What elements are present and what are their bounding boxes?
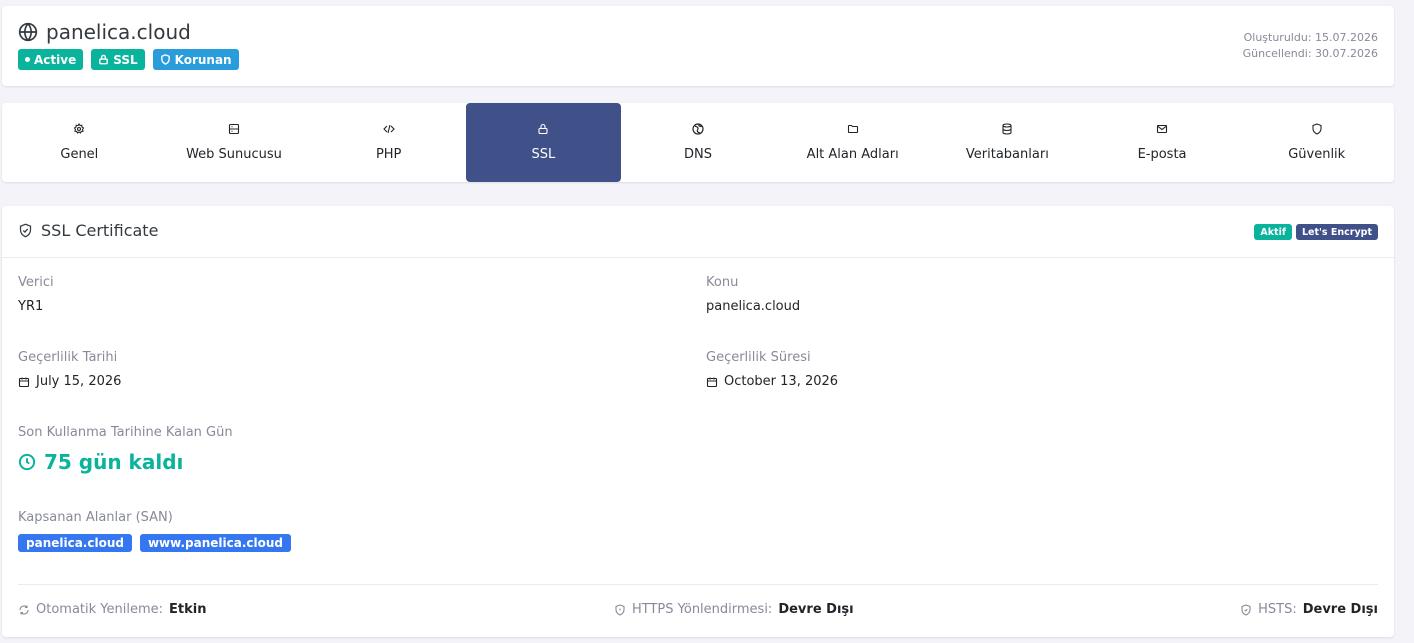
ssl-badge: SSL [91,49,145,70]
hsts-status: HSTS: Devre Dışı [1240,602,1378,617]
shield-check-icon [19,223,32,238]
valid-from-label: Geçerlilik Tarihi [18,350,118,365]
refresh-icon [19,604,29,615]
ssl-active-badge: Aktif [1254,224,1292,240]
tab-security[interactable]: Güvenlik [1239,103,1394,182]
tab-databases[interactable]: Veritabanları [930,103,1085,182]
subject-value: panelica.cloud [706,299,801,314]
globe-icon [692,123,704,135]
domain-title: panelica.cloud [18,20,191,44]
subject-label: Konu [706,275,739,290]
auto-renew-status: Otomatik Yenileme: Etkin [18,602,206,617]
tab-php[interactable]: PHP [311,103,466,182]
tab-ssl[interactable]: SSL [466,103,621,182]
san-list: panelica.cloud www.panelica.cloud [18,534,291,552]
valid-from-value: July 15, 2026 [18,374,121,389]
domain-tabs: Genel Web Sunucusu PHP SSL DNS Alt Alan … [2,103,1394,182]
shield-icon [160,54,170,65]
calendar-icon [18,377,30,387]
lock-icon [538,123,548,135]
status-badges: Active SSL Korunan [18,49,239,70]
valid-to-value: October 13, 2026 [706,374,838,389]
days-left-value: 75 gün kaldı [18,450,183,474]
gear-icon [74,123,85,134]
created-date: Oluşturuldu: 15.07.2026 [1243,31,1378,44]
san-label: Kapsanan Alanlar (SAN) [18,510,173,525]
ssl-certificate-card: SSL Certificate Aktif Let's Encrypt Veri… [2,206,1394,637]
folder-icon [847,124,858,134]
domain-dates: Oluşturuldu: 15.07.2026 Güncellendi: 30.… [1243,30,1378,62]
issuer-label: Verici [18,275,54,290]
shield-icon [1312,123,1322,135]
shield-icon [615,603,625,616]
protected-badge: Korunan [152,49,239,70]
tab-subdomains[interactable]: Alt Alan Adları [775,103,930,182]
domain-name: panelica.cloud [46,20,191,44]
database-icon [1002,123,1012,135]
mail-icon [1156,124,1168,134]
san-domain-badge: panelica.cloud [18,534,132,552]
dot-icon [25,57,30,62]
issuer-value: YR1 [18,299,44,314]
code-icon [382,124,395,134]
days-left-label: Son Kullanma Tarihine Kalan Gün [18,425,233,440]
calendar-icon [706,377,718,387]
tab-email[interactable]: E-posta [1085,103,1240,182]
tab-web-server[interactable]: Web Sunucusu [157,103,312,182]
tab-dns[interactable]: DNS [621,103,776,182]
provider-badge: Let's Encrypt [1295,224,1378,240]
lock-icon [99,54,109,65]
clock-icon [18,453,36,471]
server-icon [228,123,240,135]
divider [18,584,1378,585]
valid-to-label: Geçerlilik Süresi [706,350,811,365]
globe-icon [18,22,38,42]
active-badge: Active [18,49,84,70]
tab-general[interactable]: Genel [2,103,157,182]
san-domain-badge: www.panelica.cloud [139,534,291,552]
updated-date: Güncellendi: 30.07.2026 [1242,47,1378,60]
ssl-status-badges: Aktif Let's Encrypt [1254,224,1378,240]
shield-icon [1241,603,1251,616]
ssl-card-header: SSL Certificate Aktif Let's Encrypt [2,206,1394,258]
https-redirect-status: HTTPS Yönlendirmesi: Devre Dışı [614,602,854,617]
ssl-title: SSL Certificate [18,221,158,240]
domain-header-card: panelica.cloud Active SSL Korunan Oluştu… [2,6,1394,86]
